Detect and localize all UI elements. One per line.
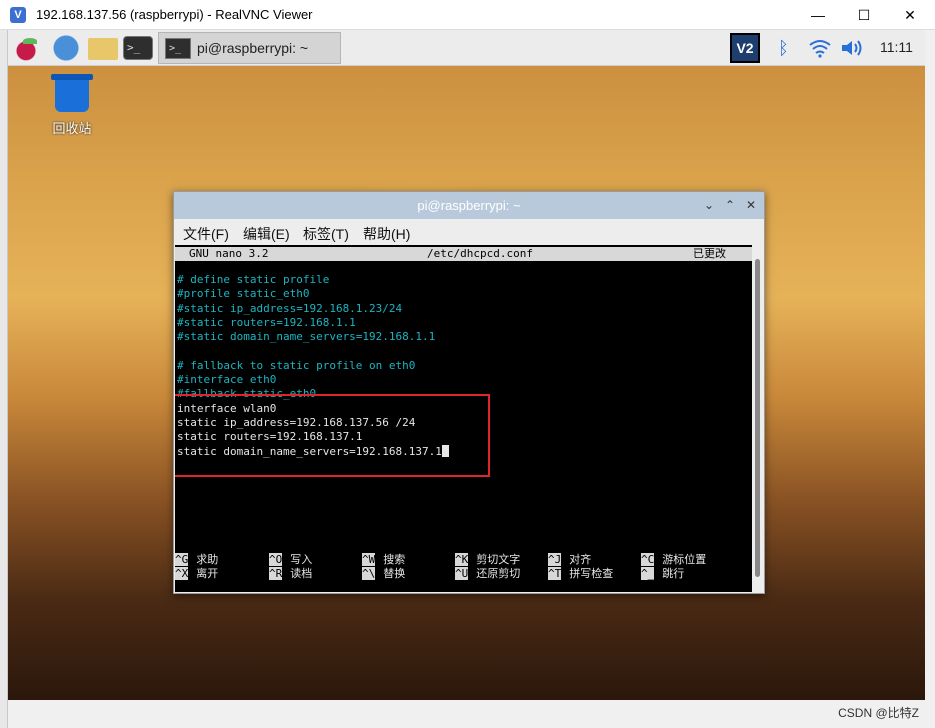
shortcut-key: ^K — [455, 553, 469, 566]
file-manager-folder-icon[interactable] — [88, 38, 118, 60]
clock[interactable]: 11:11 — [880, 39, 913, 55]
realvnc-app-icon: V — [10, 7, 26, 23]
shortcut-key: ^W — [362, 553, 376, 566]
volume-icon[interactable] — [840, 38, 866, 62]
nano-shortcut: ^R 读档 — [269, 567, 312, 581]
shortcut-key: ^U — [455, 567, 469, 580]
shortcut-label: 写入 — [290, 553, 313, 566]
nano-line: #static routers=192.168.1.1 — [177, 315, 356, 329]
shortcut-label: 剪切文字 — [476, 553, 521, 566]
vnc-server-tray-icon[interactable]: V2 — [730, 33, 760, 63]
maximize-button[interactable]: ☐ — [841, 0, 887, 30]
bluetooth-icon[interactable]: ᛒ — [778, 38, 789, 58]
shortcut-label: 搜索 — [383, 553, 406, 566]
terminal-icon: >_ — [165, 38, 191, 59]
raspberry-menu-icon[interactable] — [12, 34, 40, 62]
terminal-menubar: 文件(F) 编辑(E) 标签(T) 帮助(H) — [174, 219, 764, 245]
trash-icon — [51, 74, 93, 112]
nano-line: # fallback to static profile on eth0 — [177, 358, 416, 372]
shortcut-label: 离开 — [196, 567, 219, 580]
nano-line: #profile static_eth0 — [177, 287, 310, 301]
shortcut-label: 求助 — [196, 553, 219, 566]
nano-shortcut: ^W 搜索 — [362, 553, 405, 567]
shortcut-label: 跳行 — [662, 567, 685, 580]
shortcut-key: ^O — [269, 553, 283, 566]
nano-shortcut: ^C 游标位置 — [641, 553, 706, 567]
shortcut-label: 游标位置 — [662, 553, 707, 566]
browser-globe-icon[interactable] — [52, 34, 80, 62]
terminal-window[interactable]: pi@raspberrypi: ~ ⌄ ⌃ ✕ 文件(F) 编辑(E) 标签(T… — [173, 191, 765, 594]
nano-shortcut: ^U 还原剪切 — [455, 567, 520, 581]
nano-version: GNU nano 3.2 — [189, 247, 269, 260]
trash-desktop-icon[interactable]: 回收站 — [48, 74, 96, 137]
shortcut-key: ^T — [548, 567, 562, 580]
nano-shortcut: ^_ 跳行 — [641, 567, 684, 581]
terminal-screen[interactable]: GNU nano 3.2 /etc/dhcpcd.conf 已更改 # defi… — [175, 245, 752, 592]
nano-shortcut: ^J 对齐 — [548, 553, 591, 567]
nano-line: #interface eth0 — [177, 373, 277, 387]
scrollbar-thumb[interactable] — [755, 259, 760, 577]
window-title: 192.168.137.56 (raspberrypi) - RealVNC V… — [36, 7, 313, 22]
red-highlight-box — [175, 394, 490, 477]
viewer-bottom-area — [8, 700, 935, 728]
close-button[interactable]: ✕ — [887, 0, 933, 30]
minimize-button[interactable]: — — [795, 0, 841, 30]
vnc-titlebar: V 192.168.137.56 (raspberrypi) - RealVNC… — [0, 0, 935, 30]
shortcut-key: ^G — [175, 553, 189, 566]
nano-modified-status: 已更改 — [693, 247, 726, 260]
nano-shortcut: ^X 离开 — [175, 567, 218, 581]
menu-edit[interactable]: 编辑(E) — [243, 224, 290, 244]
csdn-watermark: CSDN @比特Z — [838, 706, 919, 720]
pi-taskbar: >_ >_ pi@raspberrypi: ~ V2 ᛒ 11:11 — [8, 30, 925, 66]
shortcut-key: ^\ — [362, 567, 376, 580]
shortcut-key: ^C — [641, 553, 655, 566]
taskbar-terminal-label: pi@raspberrypi: ~ — [197, 40, 309, 56]
terminal-maximize-icon[interactable]: ⌃ — [722, 197, 738, 213]
menu-file[interactable]: 文件(F) — [183, 224, 229, 244]
nano-shortcut: ^T 拼写检查 — [548, 567, 613, 581]
nano-header-bar: GNU nano 3.2 /etc/dhcpcd.conf 已更改 — [175, 247, 752, 261]
shortcut-label: 对齐 — [569, 553, 592, 566]
shortcut-key: ^R — [269, 567, 283, 580]
terminal-titlebar[interactable]: pi@raspberrypi: ~ ⌄ ⌃ ✕ — [174, 192, 764, 219]
nano-filename: /etc/dhcpcd.conf — [427, 247, 533, 260]
nano-line: #static ip_address=192.168.1.23/24 — [177, 301, 403, 315]
trash-label: 回收站 — [52, 121, 92, 136]
nano-shortcut: ^\ 替换 — [362, 567, 405, 581]
nano-shortcut: ^G 求助 — [175, 553, 218, 567]
taskbar-terminal-button[interactable]: >_ pi@raspberrypi: ~ — [158, 32, 341, 64]
nano-line: #static domain_name_servers=192.168.1.1 — [177, 330, 436, 344]
terminal-scrollbar[interactable] — [752, 245, 763, 592]
shortcut-key: ^J — [548, 553, 562, 566]
shortcut-label: 读档 — [290, 567, 313, 580]
shortcut-label: 还原剪切 — [476, 567, 521, 580]
shortcut-label: 替换 — [383, 567, 406, 580]
shortcut-label: 拼写检查 — [569, 567, 614, 580]
nano-shortcut: ^O 写入 — [269, 553, 312, 567]
terminal-title: pi@raspberrypi: ~ — [417, 198, 521, 213]
terminal-launcher-icon[interactable]: >_ — [123, 36, 153, 60]
shortcut-key: ^X — [175, 567, 189, 580]
remote-desktop[interactable]: >_ >_ pi@raspberrypi: ~ V2 ᛒ 11:11 回收站 p… — [8, 30, 925, 700]
menu-tabs[interactable]: 标签(T) — [303, 224, 349, 244]
terminal-close-icon[interactable]: ✕ — [743, 197, 759, 213]
shortcut-key: ^_ — [641, 567, 655, 580]
nano-shortcut: ^K 剪切文字 — [455, 553, 520, 567]
menu-help[interactable]: 帮助(H) — [363, 224, 410, 244]
terminal-minimize-icon[interactable]: ⌄ — [701, 197, 717, 213]
nano-line: # define static profile — [177, 273, 330, 286]
background-window-strip — [0, 30, 8, 728]
wifi-icon[interactable] — [808, 38, 832, 62]
